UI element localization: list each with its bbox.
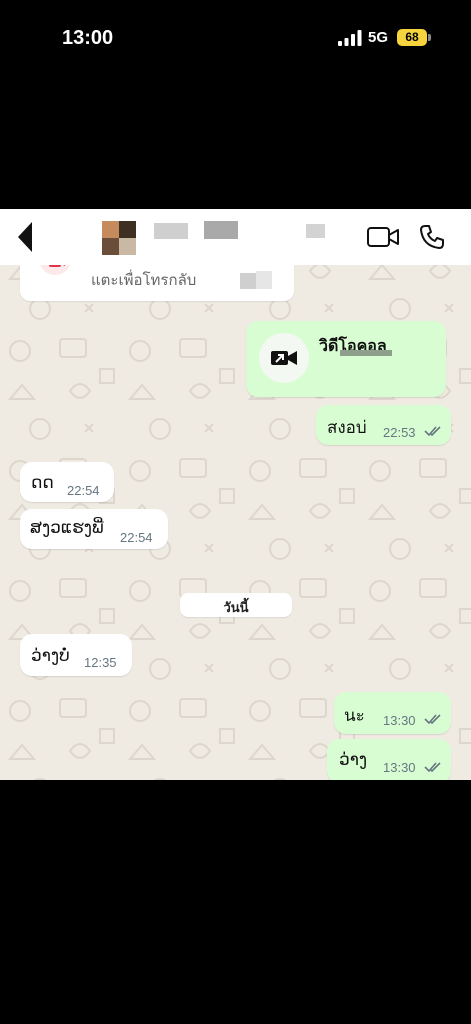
message-time: 22:54 — [67, 483, 100, 498]
battery-cap — [428, 34, 431, 41]
date-divider: วันนี้ — [180, 593, 292, 617]
message-text: นะ — [344, 706, 365, 726]
status-bar: 13:00 5G 68 — [0, 0, 471, 80]
double-check-icon — [424, 762, 441, 773]
phone-icon[interactable] — [418, 223, 446, 251]
message-time: 13:30 — [383, 713, 416, 728]
battery-icon: 68 — [397, 29, 427, 46]
callcard-redacted — [240, 271, 272, 289]
status-time: 13:00 — [62, 27, 114, 49]
contact-status-redacted — [306, 224, 325, 238]
chat-header — [0, 209, 471, 265]
missed-call-text: แตะเพื่อโทรกลับ — [91, 271, 197, 289]
double-check-icon — [424, 714, 441, 725]
message-text: ວ່າງ — [339, 750, 368, 770]
chevron-left-icon[interactable] — [12, 219, 38, 255]
network-type: 5G — [368, 29, 389, 46]
chat-screen: แตะเพื่อโทรกลับ วิดีโอคอล สงอบ่ 22:53 ດດ… — [0, 209, 471, 780]
contact-name-redacted[interactable] — [204, 221, 238, 239]
message-time: 22:54 — [120, 530, 153, 545]
outgoing-video-call-icon — [271, 351, 297, 365]
message-time: 12:35 — [84, 655, 117, 670]
message-text: ດດ — [31, 473, 54, 493]
date-divider-text: วันนี้ — [223, 601, 249, 616]
message-time: 13:30 — [383, 760, 416, 775]
contact-avatar[interactable] — [102, 221, 136, 255]
message-text: ສງວແຮງພີ່ — [30, 518, 104, 538]
double-check-icon — [424, 426, 441, 437]
message-time: 22:53 — [383, 425, 416, 440]
message-text: ວ່າງບໍ່ — [31, 646, 70, 666]
video-camera-icon[interactable] — [366, 225, 400, 249]
video-call-detail-redacted — [340, 350, 392, 356]
message-text: สงอบ่ — [327, 418, 367, 438]
cellular-signal-icon — [338, 30, 362, 46]
contact-name-redacted[interactable] — [154, 223, 188, 239]
